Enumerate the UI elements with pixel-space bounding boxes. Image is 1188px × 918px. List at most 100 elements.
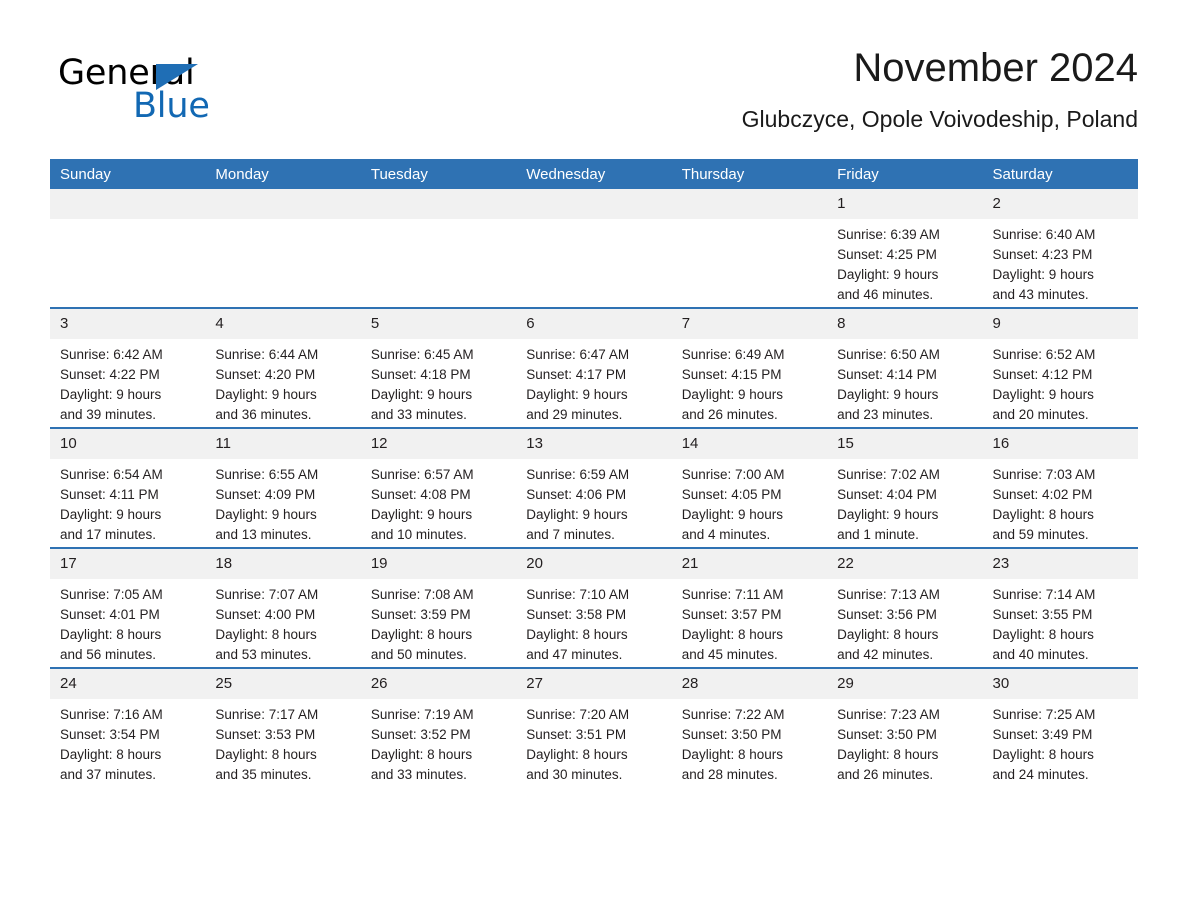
weekday-header-sunday: Sunday	[50, 159, 206, 189]
day-cell[interactable]: 3 Sunrise: 6:42 AM Sunset: 4:22 PM Daylight…	[50, 307, 206, 428]
day-cell[interactable]: 2 Sunrise: 6:40 AM Sunset: 4:23 PM Daylight…	[982, 189, 1138, 308]
weekday-header-thursday: Thursday	[671, 159, 828, 189]
day-cell[interactable]: 1 Sunrise: 6:39 AM Sunset: 4:25 PM Daylight…	[827, 189, 983, 308]
sunset-text: Sunset: 3:49 PM	[992, 727, 1093, 742]
day-cell[interactable]: 14 Sunrise: 7:00 AM Sunset: 4:05 PM Dayligh…	[671, 427, 828, 548]
calendar-week-row: 10 Sunrise: 6:54 AM Sunset: 4:11 PM Dayligh…	[50, 427, 1138, 548]
day-number: 17	[50, 549, 206, 579]
day-number: 30	[982, 669, 1138, 699]
day-cell[interactable]: 9 Sunrise: 6:52 AM Sunset: 4:12 PM Daylight…	[982, 307, 1138, 428]
sunrise-text: Sunrise: 7:10 AM	[526, 587, 630, 602]
page-subtitle: Glubczyce, Opole Voivodeship, Poland	[741, 106, 1138, 132]
calendar-week-row: 24 Sunrise: 7:16 AM Sunset: 3:54 PM Dayligh…	[50, 667, 1138, 787]
daylight-text-line1: Daylight: 8 hours	[681, 747, 783, 762]
day-cell[interactable]: 16 Sunrise: 7:03 AM Sunset: 4:02 PM Dayligh…	[982, 427, 1138, 548]
daylight-text-line1: Daylight: 8 hours	[370, 627, 473, 642]
day-number: 6	[516, 309, 672, 339]
day-number: 4	[205, 309, 361, 339]
daylight-text-line2: and 36 minutes.	[215, 407, 312, 422]
day-number: 23	[982, 549, 1138, 579]
daylight-text-line1: Daylight: 8 hours	[526, 627, 628, 642]
day-cell[interactable]: 22 Sunrise: 7:13 AM Sunset: 3:56 PM Dayligh…	[827, 547, 983, 668]
daylight-text-line2: and 56 minutes.	[60, 647, 157, 662]
day-number: 19	[360, 549, 517, 579]
day-info: Sunrise: 7:25 AM Sunset: 3:49 PM Daylight:…	[983, 699, 1138, 785]
daylight-text-line2: and 33 minutes.	[370, 407, 467, 422]
day-cell[interactable]: 15 Sunrise: 7:02 AM Sunset: 4:04 PM Dayligh…	[827, 427, 983, 548]
calendar-week-row: 1 Sunrise: 6:39 AM Sunset: 4:25 PM Daylight…	[50, 189, 1138, 308]
sunrise-text: Sunrise: 7:23 AM	[837, 707, 940, 722]
calendar-grid: Sunday Monday Tuesday Wednesday Thursday…	[50, 159, 1138, 787]
sunrise-text: Sunrise: 7:20 AM	[526, 707, 630, 722]
day-cell[interactable]: 12 Sunrise: 6:57 AM Sunset: 4:08 PM Dayligh…	[360, 427, 517, 548]
sunrise-text: Sunrise: 6:54 AM	[60, 467, 163, 482]
daylight-text-line1: Daylight: 9 hours	[681, 507, 783, 522]
daylight-text-line2: and 17 minutes.	[60, 527, 157, 542]
day-cell[interactable]: 28 Sunrise: 7:22 AM Sunset: 3:50 PM Dayligh…	[671, 667, 828, 787]
sunset-text: Sunset: 3:57 PM	[681, 607, 782, 622]
day-cell[interactable]: 6 Sunrise: 6:47 AM Sunset: 4:17 PM Daylight…	[516, 307, 672, 428]
day-number: 21	[671, 549, 828, 579]
day-number	[671, 189, 828, 219]
day-cell[interactable]: 19 Sunrise: 7:08 AM Sunset: 3:59 PM Dayligh…	[360, 547, 517, 668]
day-number: 25	[205, 669, 361, 699]
sunset-text: Sunset: 4:15 PM	[681, 367, 782, 382]
day-info: Sunrise: 7:16 AM Sunset: 3:54 PM Daylight:…	[50, 699, 205, 785]
day-cell[interactable]: 30 Sunrise: 7:25 AM Sunset: 3:49 PM Dayligh…	[982, 667, 1138, 787]
calendar-week-row: 3 Sunrise: 6:42 AM Sunset: 4:22 PM Daylight…	[50, 307, 1138, 428]
sunset-text: Sunset: 4:11 PM	[60, 487, 159, 502]
day-cell-empty	[360, 189, 517, 308]
sunrise-text: Sunrise: 6:44 AM	[215, 347, 319, 362]
day-info: Sunrise: 6:45 AM Sunset: 4:18 PM Daylight:…	[361, 339, 516, 425]
day-number: 15	[827, 429, 983, 459]
daylight-text-line2: and 10 minutes.	[370, 527, 467, 542]
day-number: 1	[827, 189, 983, 219]
day-info: Sunrise: 6:55 AM Sunset: 4:09 PM Daylight:…	[205, 459, 360, 545]
day-cell[interactable]: 13 Sunrise: 6:59 AM Sunset: 4:06 PM Dayligh…	[516, 427, 672, 548]
day-info: Sunrise: 7:22 AM Sunset: 3:50 PM Daylight:…	[672, 699, 827, 785]
daylight-text-line1: Daylight: 8 hours	[526, 747, 628, 762]
daylight-text-line1: Daylight: 8 hours	[837, 747, 939, 762]
daylight-text-line2: and 13 minutes.	[215, 527, 312, 542]
day-info: Sunrise: 6:40 AM Sunset: 4:23 PM Daylight:…	[983, 219, 1138, 305]
day-cell[interactable]: 11 Sunrise: 6:55 AM Sunset: 4:09 PM Dayligh…	[205, 427, 361, 548]
day-cell[interactable]: 4 Sunrise: 6:44 AM Sunset: 4:20 PM Daylight…	[205, 307, 361, 428]
daylight-text-line2: and 37 minutes.	[60, 767, 157, 782]
day-cell[interactable]: 18 Sunrise: 7:07 AM Sunset: 4:00 PM Dayligh…	[205, 547, 361, 668]
daylight-text-line1: Daylight: 8 hours	[60, 627, 162, 642]
day-number: 28	[671, 669, 828, 699]
weekday-header-friday: Friday	[827, 159, 983, 189]
day-cell[interactable]: 5 Sunrise: 6:45 AM Sunset: 4:18 PM Daylight…	[360, 307, 517, 428]
day-cell[interactable]: 8 Sunrise: 6:50 AM Sunset: 4:14 PM Daylight…	[827, 307, 983, 428]
daylight-text-line2: and 29 minutes.	[526, 407, 623, 422]
day-info: Sunrise: 7:19 AM Sunset: 3:52 PM Daylight:…	[361, 699, 516, 785]
daylight-text-line2: and 26 minutes.	[681, 407, 778, 422]
day-cell[interactable]: 27 Sunrise: 7:20 AM Sunset: 3:51 PM Dayligh…	[516, 667, 672, 787]
day-cell[interactable]: 17 Sunrise: 7:05 AM Sunset: 4:01 PM Dayligh…	[50, 547, 206, 668]
daylight-text-line2: and 46 minutes.	[837, 287, 934, 302]
generalblue-logo[interactable]: General Blue	[58, 56, 318, 136]
sunrise-text: Sunrise: 7:07 AM	[215, 587, 319, 602]
day-cell[interactable]: 20 Sunrise: 7:10 AM Sunset: 3:58 PM Dayligh…	[516, 547, 672, 668]
day-cell[interactable]: 26 Sunrise: 7:19 AM Sunset: 3:52 PM Dayligh…	[360, 667, 517, 787]
day-cell[interactable]: 10 Sunrise: 6:54 AM Sunset: 4:11 PM Dayligh…	[50, 427, 206, 548]
weekday-header-wednesday: Wednesday	[516, 159, 672, 189]
sunrise-text: Sunrise: 7:02 AM	[837, 467, 940, 482]
day-cell[interactable]: 21 Sunrise: 7:11 AM Sunset: 3:57 PM Dayligh…	[671, 547, 828, 668]
day-cell[interactable]: 25 Sunrise: 7:17 AM Sunset: 3:53 PM Dayligh…	[205, 667, 361, 787]
calendar-table: Sunday Monday Tuesday Wednesday Thursday…	[50, 159, 1138, 787]
day-cell[interactable]: 29 Sunrise: 7:23 AM Sunset: 3:50 PM Dayligh…	[827, 667, 983, 787]
weekday-header-saturday: Saturday	[982, 159, 1138, 189]
day-info: Sunrise: 7:10 AM Sunset: 3:58 PM Daylight:…	[516, 579, 671, 665]
day-number	[205, 189, 361, 219]
sunrise-text: Sunrise: 7:16 AM	[60, 707, 163, 722]
day-info: Sunrise: 6:39 AM Sunset: 4:25 PM Daylight:…	[827, 219, 982, 305]
day-info: Sunrise: 7:20 AM Sunset: 3:51 PM Daylight:…	[516, 699, 671, 785]
day-cell[interactable]: 23 Sunrise: 7:14 AM Sunset: 3:55 PM Dayligh…	[982, 547, 1138, 668]
day-cell[interactable]: 24 Sunrise: 7:16 AM Sunset: 3:54 PM Dayligh…	[50, 667, 206, 787]
sunrise-text: Sunrise: 7:19 AM	[370, 707, 474, 722]
day-cell-empty	[516, 189, 672, 308]
sunrise-text: Sunrise: 7:22 AM	[681, 707, 785, 722]
day-info: Sunrise: 7:02 AM Sunset: 4:04 PM Daylight:…	[827, 459, 982, 545]
day-cell[interactable]: 7 Sunrise: 6:49 AM Sunset: 4:15 PM Daylight…	[671, 307, 828, 428]
